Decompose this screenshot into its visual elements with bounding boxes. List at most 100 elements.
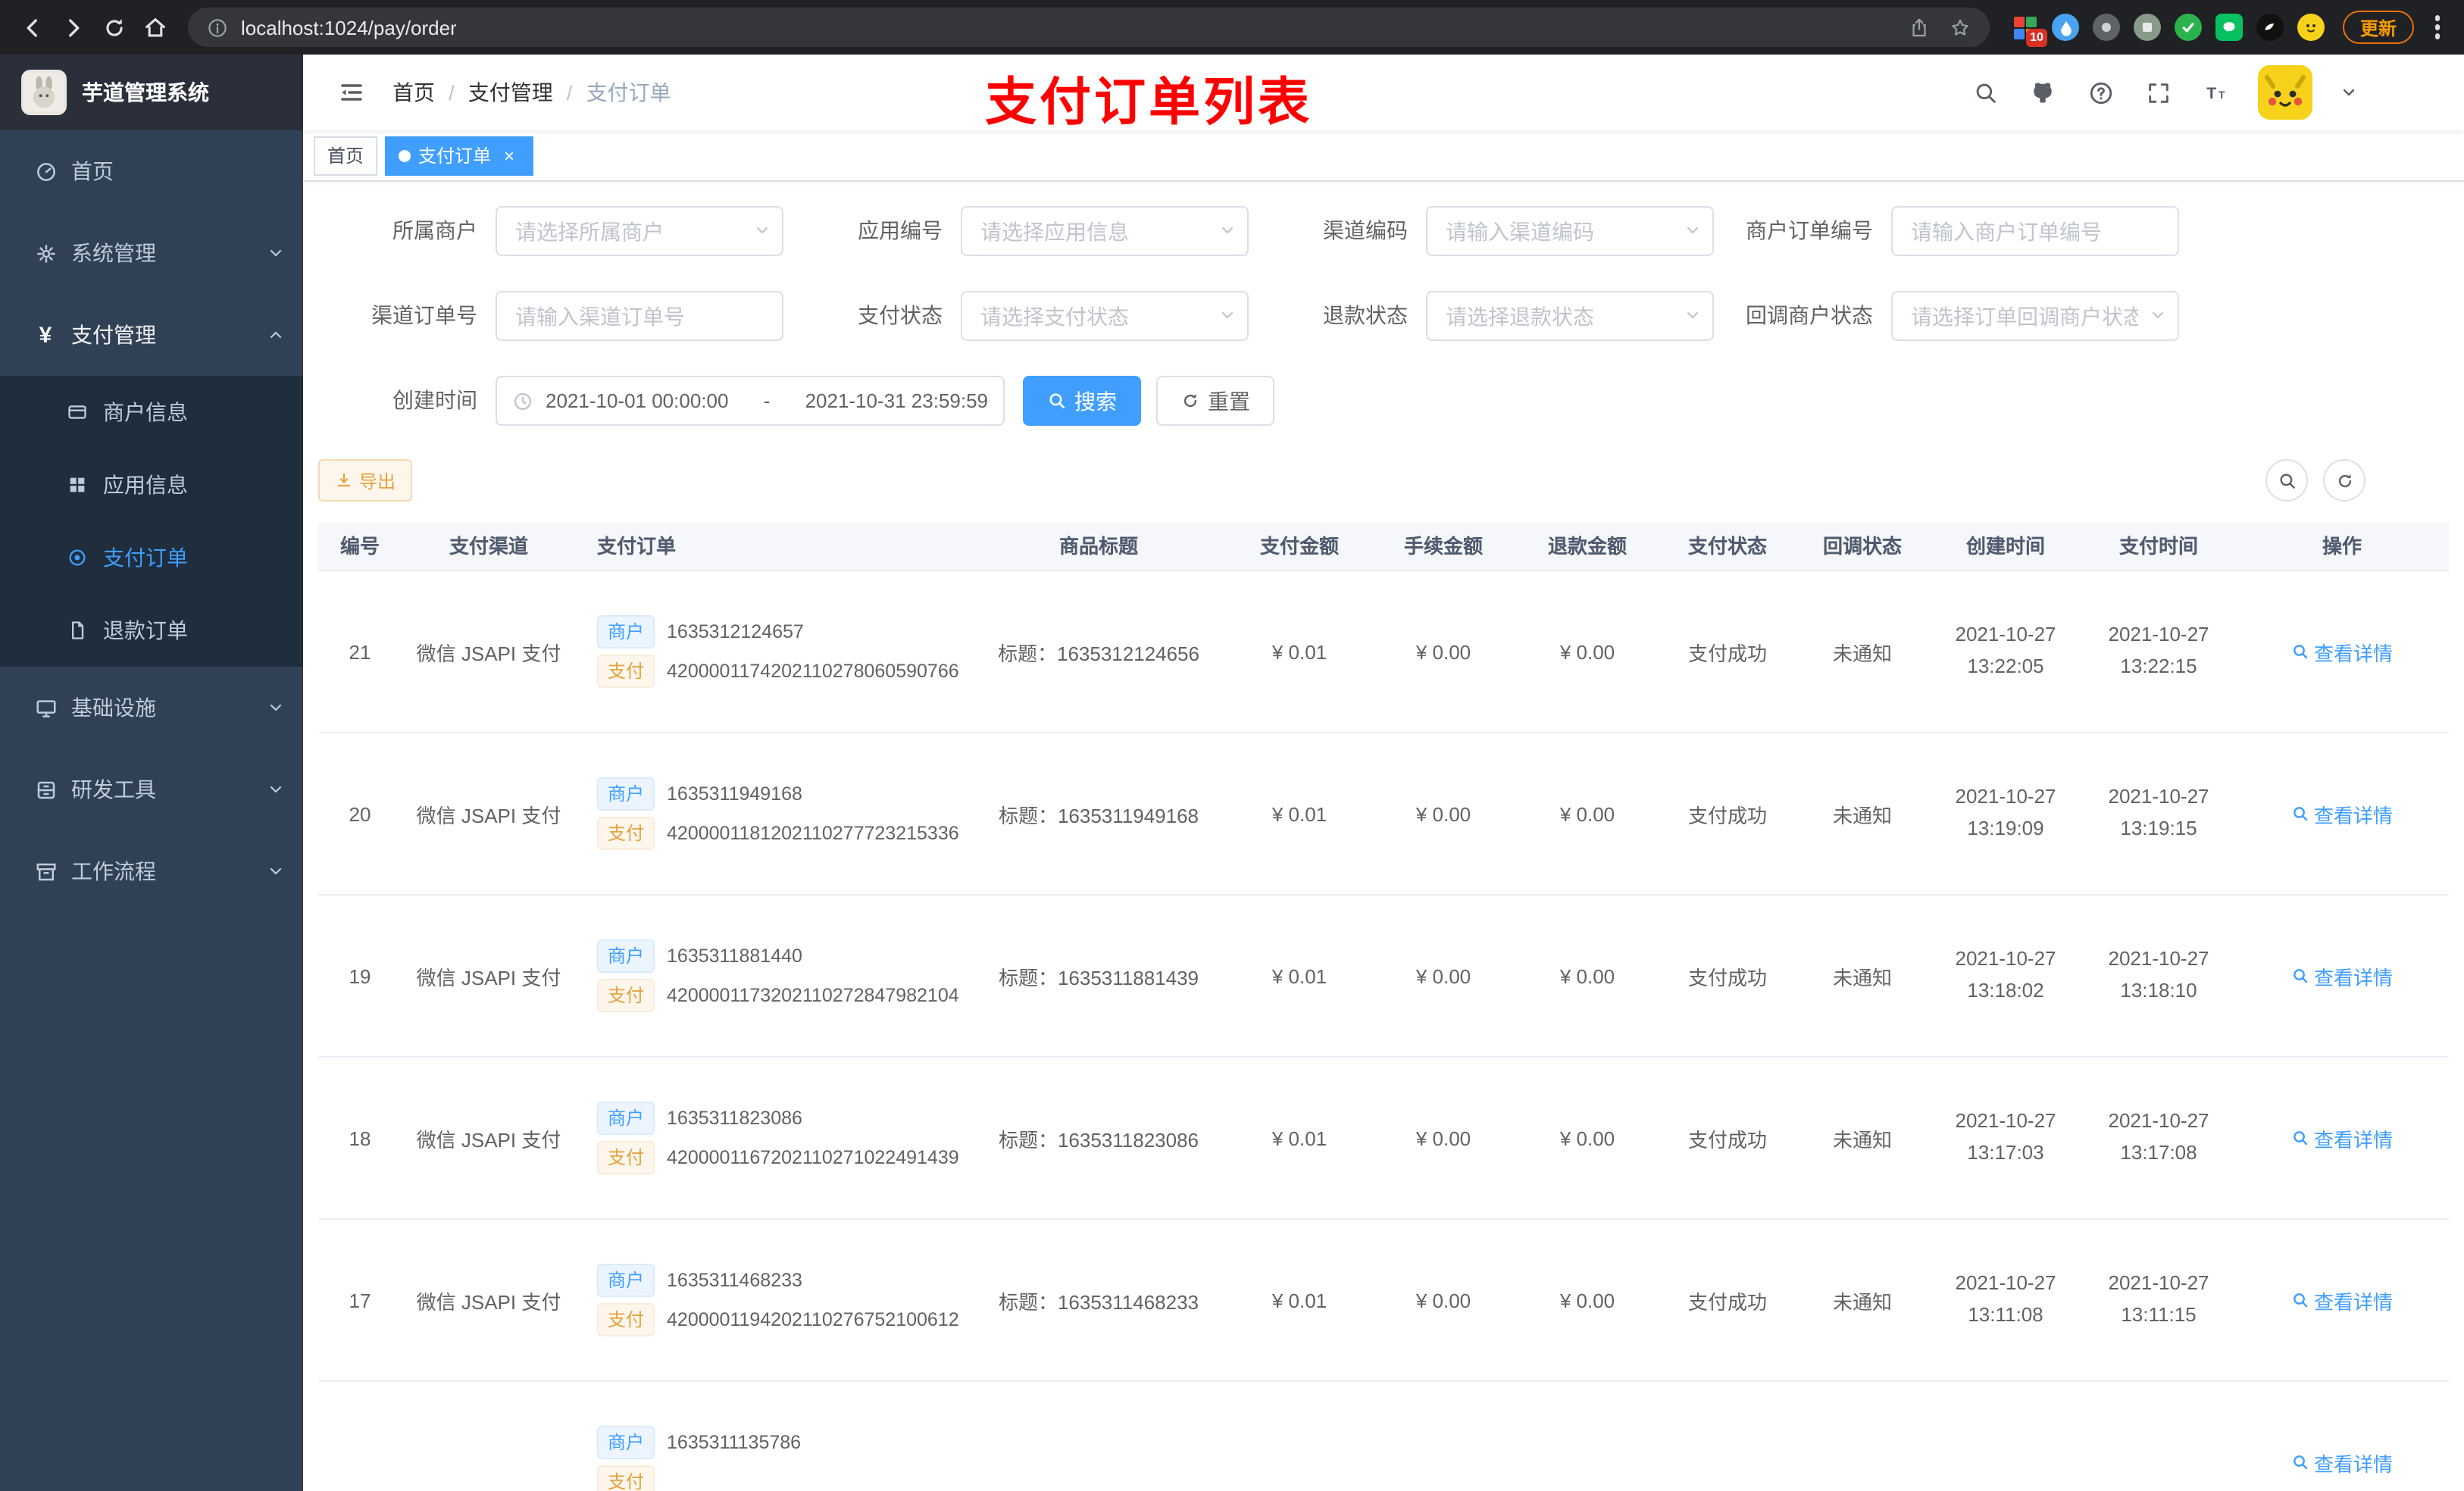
merchant-select[interactable]: [496, 206, 783, 256]
hamburger-icon[interactable]: [326, 67, 377, 118]
tab-home[interactable]: 首页: [314, 136, 378, 175]
pay-date: 2021-10-27: [2108, 1271, 2209, 1295]
filter-refund-status: 退款状态: [1249, 291, 1714, 341]
col-header-channel: 支付渠道: [449, 535, 528, 558]
pay-amount: ¥ 0.01: [1271, 640, 1327, 663]
table-toolbar: 导出: [318, 459, 2449, 502]
user-avatar[interactable]: [2258, 65, 2312, 120]
extension-chat-icon[interactable]: [2215, 14, 2244, 41]
sidebar-item-workflow[interactable]: 工作流程: [0, 830, 303, 912]
channel-order-line: 支付 4200001174202110278060590766: [597, 655, 970, 688]
breadcrumb-separator: /: [566, 80, 573, 105]
home-icon[interactable]: [135, 7, 176, 48]
sidebar-item-pay-order[interactable]: 支付订单: [0, 521, 303, 594]
view-detail-link[interactable]: 查看详情: [2291, 799, 2393, 828]
refund-amount: ¥ 0.00: [1559, 1289, 1615, 1311]
notify-status: 未通知: [1832, 804, 1892, 827]
sidebar-item-infra[interactable]: 基础设施: [0, 667, 303, 749]
profile-avatar-icon[interactable]: [2297, 14, 2325, 41]
fee-amount: ¥ 0.00: [1415, 640, 1471, 663]
extension-dark-icon[interactable]: [2093, 14, 2121, 41]
sidebar-item-app-info[interactable]: 应用信息: [0, 449, 303, 521]
create-date: 2021-10-27: [1955, 1271, 2056, 1295]
view-detail-link[interactable]: 查看详情: [2291, 1124, 2393, 1152]
breadcrumb-section[interactable]: 支付管理: [468, 77, 553, 108]
refresh-button[interactable]: [2323, 459, 2366, 502]
sidebar-item-refund-order[interactable]: 退款订单: [0, 594, 303, 667]
col-header-notify: 回调状态: [1822, 535, 1902, 558]
star-icon[interactable]: [1950, 16, 1972, 39]
sidebar-item-merchant-info[interactable]: 商户信息: [0, 376, 303, 449]
export-button-label: 导出: [359, 470, 396, 492]
sidebar-item-devtools[interactable]: 研发工具: [0, 749, 303, 830]
pay-status-select[interactable]: [961, 291, 1249, 341]
app-logo[interactable]: 芋道管理系统: [0, 55, 303, 130]
breadcrumb-home[interactable]: 首页: [392, 77, 435, 108]
extension-bird-icon[interactable]: [2256, 14, 2284, 41]
pay-badge: 支付: [597, 1303, 655, 1336]
sidebar-item-home[interactable]: 首页: [0, 130, 303, 212]
extension-grid-icon[interactable]: 10: [2012, 14, 2048, 47]
date-range-picker[interactable]: 2021-10-01 00:00:00 - 2021-10-31 23:59:5…: [496, 376, 1005, 426]
filter-label: 退款状态: [1323, 303, 1408, 327]
reload-icon[interactable]: [94, 7, 135, 48]
forward-icon[interactable]: [53, 7, 94, 48]
search-icon[interactable]: [1970, 77, 2000, 108]
reset-button[interactable]: 重置: [1156, 376, 1274, 426]
back-icon[interactable]: [12, 7, 53, 48]
url-text: localhost:1024/pay/order: [241, 16, 457, 39]
pay-badge: 支付: [597, 1141, 655, 1174]
url-bar[interactable]: localhost:1024/pay/order: [188, 8, 1990, 47]
filter-label: 商户订单编号: [1746, 218, 1873, 242]
cabinet-icon: [33, 777, 58, 802]
filter-label: 支付状态: [858, 303, 943, 327]
extension-check-icon[interactable]: [2175, 14, 2203, 41]
refund-amount: ¥ 0.00: [1559, 964, 1615, 987]
refund-amount: ¥ 0.00: [1559, 640, 1615, 663]
chrome-update-button[interactable]: 更新: [2343, 11, 2413, 44]
table-row: 18 微信 JSAPI 支付 商户 1635311823086 支付 42000…: [318, 1058, 2449, 1220]
filter-label: 回调商户状态: [1746, 303, 1873, 327]
view-detail-link[interactable]: 查看详情: [2291, 637, 2393, 666]
create-date: 2021-10-27: [1955, 1109, 2056, 1133]
fullscreen-icon[interactable]: [2143, 77, 2173, 108]
info-icon[interactable]: [206, 16, 229, 39]
caret-down-icon[interactable]: [2340, 83, 2358, 102]
share-icon[interactable]: [1909, 16, 1931, 39]
search-button[interactable]: 搜索: [1023, 376, 1141, 426]
pay-badge: 支付: [597, 1465, 655, 1491]
github-icon[interactable]: [2028, 77, 2058, 108]
sidebar-item-system[interactable]: 系统管理: [0, 212, 303, 294]
channel-code-select[interactable]: [1426, 206, 1714, 256]
view-detail-link[interactable]: 查看详情: [2291, 1448, 2393, 1477]
table-header: 编号 支付渠道 支付订单 商品标题 支付金额 手续金额 退款金额 支付状态 回调…: [318, 523, 2449, 571]
toggle-search-button[interactable]: [2265, 459, 2308, 502]
app-select[interactable]: [961, 206, 1249, 256]
page-content: 所属商户 应用编号 渠道编码: [303, 182, 2464, 1491]
question-icon[interactable]: [2085, 77, 2115, 108]
tags-view: 首页 支付订单 ×: [303, 130, 2464, 182]
pay-amount: ¥ 0.01: [1271, 802, 1327, 825]
close-icon[interactable]: ×: [499, 145, 520, 166]
browser-chrome: localhost:1024/pay/order 10 更新: [0, 0, 2464, 55]
merchant-order-no: 1635311823086: [667, 1108, 802, 1129]
sidebar-item-label: 支付订单: [103, 545, 188, 570]
yen-icon: ¥: [39, 322, 52, 348]
merchant-order-no-input[interactable]: [1891, 206, 2179, 256]
extension-drop-icon[interactable]: [2052, 14, 2080, 41]
tab-pay-order[interactable]: 支付订单 ×: [385, 136, 534, 175]
font-size-icon[interactable]: TT: [2200, 77, 2231, 108]
notify-status-select[interactable]: [1891, 291, 2179, 341]
extension-gray-icon[interactable]: [2134, 14, 2162, 41]
export-button[interactable]: 导出: [318, 459, 413, 502]
table-row: 商户 1635311135786 支付 查看详情: [318, 1382, 2449, 1491]
refund-status-select[interactable]: [1426, 291, 1714, 341]
more-dots-icon[interactable]: [2434, 15, 2440, 39]
fee-amount: ¥ 0.00: [1415, 1127, 1471, 1149]
pay-status: 支付成功: [1687, 804, 1767, 827]
view-detail-link[interactable]: 查看详情: [2291, 1286, 2393, 1314]
view-detail-link[interactable]: 查看详情: [2291, 961, 2393, 990]
channel-order-no-input[interactable]: [496, 291, 783, 341]
gear-icon: [33, 241, 58, 265]
sidebar-item-payment[interactable]: ¥ 支付管理: [0, 294, 303, 376]
